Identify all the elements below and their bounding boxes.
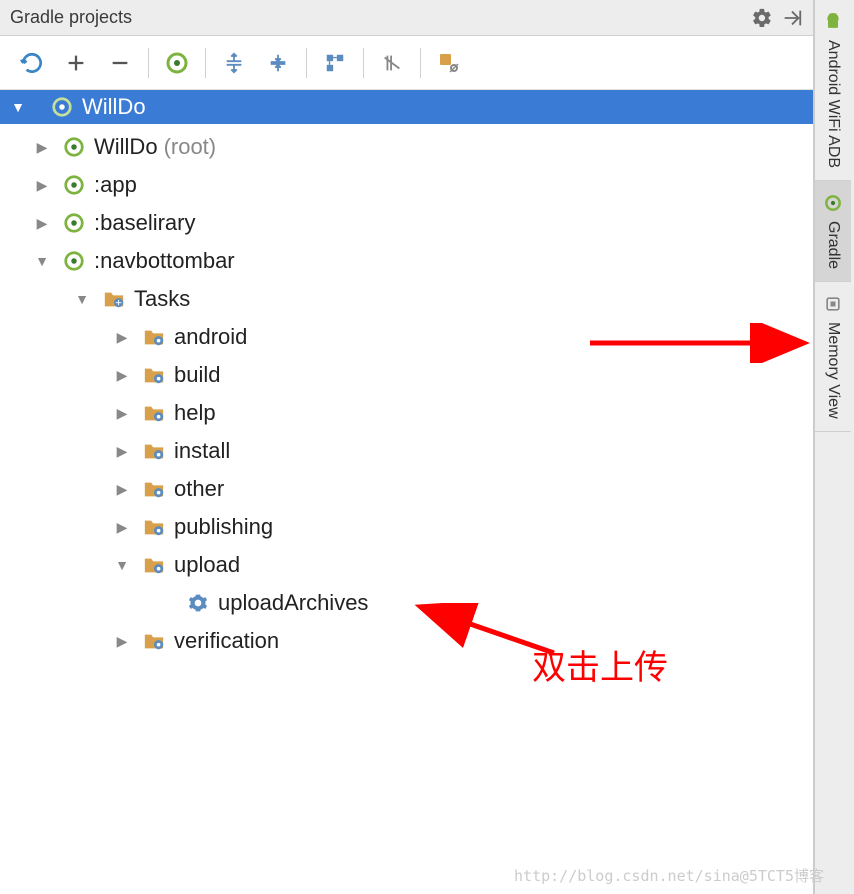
side-tabs: Android WiFi ADB Gradle Memory View [814, 0, 854, 894]
folder-gear-icon [142, 363, 166, 387]
chevron-right-icon[interactable] [112, 519, 132, 536]
gear-icon[interactable] [751, 7, 773, 29]
folder-gear-icon [142, 401, 166, 425]
gradle-icon [62, 249, 86, 273]
tree-task-group-android[interactable]: android [0, 318, 813, 356]
android-icon [823, 12, 843, 32]
show-dependencies-button[interactable] [313, 44, 357, 82]
side-tab-gradle[interactable]: Gradle [815, 181, 851, 282]
item-label: uploadArchives [218, 590, 368, 616]
tree-item-tasks[interactable]: Tasks [0, 280, 813, 318]
toolbar-separator [148, 48, 149, 78]
tree-task-group-build[interactable]: build [0, 356, 813, 394]
chevron-right-icon[interactable] [112, 633, 132, 650]
item-label: other [174, 476, 224, 502]
gradle-icon [62, 173, 86, 197]
item-label: upload [174, 552, 240, 578]
toolbar-separator [306, 48, 307, 78]
gear-task-icon [186, 591, 210, 615]
chevron-right-icon[interactable] [112, 481, 132, 498]
chevron-right-icon[interactable] [32, 139, 52, 156]
item-label: android [174, 324, 247, 350]
chevron-right-icon[interactable] [112, 367, 132, 384]
gradle-icon [62, 211, 86, 235]
expand-all-button[interactable] [212, 44, 256, 82]
tree-item-navbottombar[interactable]: :navbottombar [0, 242, 813, 280]
tree-task-uploadArchives[interactable]: uploadArchives [0, 584, 813, 622]
side-tab-label: Gradle [824, 221, 842, 269]
chevron-right-icon[interactable] [112, 405, 132, 422]
memory-icon [823, 294, 843, 314]
item-label: verification [174, 628, 279, 654]
remove-button[interactable] [98, 44, 142, 82]
gradle-settings-button[interactable] [427, 44, 471, 82]
item-suffix: (root) [164, 134, 217, 160]
chevron-down-icon[interactable] [32, 253, 52, 269]
tree: WillDo (root) :app :baselirary :navbotto… [0, 124, 813, 664]
item-label: help [174, 400, 216, 426]
gradle-icon [50, 95, 74, 119]
toolbar [0, 36, 813, 90]
tree-task-group-publishing[interactable]: publishing [0, 508, 813, 546]
tree-item-app[interactable]: :app [0, 166, 813, 204]
item-label: build [174, 362, 220, 388]
toolbar-separator [420, 48, 421, 78]
execute-task-button[interactable] [155, 44, 199, 82]
chevron-right-icon[interactable] [32, 215, 52, 232]
side-tab-label: Android WiFi ADB [824, 40, 842, 168]
gradle-icon [62, 135, 86, 159]
tree-item-baselirary[interactable]: :baselirary [0, 204, 813, 242]
item-label: :navbottombar [94, 248, 235, 274]
folder-gear-icon [142, 553, 166, 577]
add-button[interactable] [54, 44, 98, 82]
folder-gear-icon [142, 515, 166, 539]
folder-gear-icon [142, 629, 166, 653]
toolbar-separator [363, 48, 364, 78]
chevron-right-icon[interactable] [112, 329, 132, 346]
toolbar-separator [205, 48, 206, 78]
refresh-button[interactable] [10, 44, 54, 82]
tree-task-group-upload[interactable]: upload [0, 546, 813, 584]
hide-panel-icon[interactable] [781, 7, 803, 29]
root-label: WillDo [82, 94, 146, 120]
item-label: :baselirary [94, 210, 195, 236]
side-tab-label: Memory View [824, 322, 842, 419]
chevron-right-icon[interactable] [32, 177, 52, 194]
folder-gear-icon [142, 325, 166, 349]
gradle-icon [823, 193, 843, 213]
folder-icon [102, 287, 126, 311]
tree-task-group-help[interactable]: help [0, 394, 813, 432]
chevron-down-icon[interactable] [72, 291, 92, 307]
item-label: install [174, 438, 230, 464]
chevron-down-icon[interactable] [112, 557, 132, 573]
chevron-down-icon[interactable] [8, 99, 28, 115]
side-tab-wifi-adb[interactable]: Android WiFi ADB [815, 0, 851, 181]
folder-gear-icon [142, 477, 166, 501]
item-label: publishing [174, 514, 273, 540]
tree-root-selected[interactable]: WillDo [0, 90, 813, 124]
item-label: WillDo [94, 134, 158, 160]
tree-task-group-verification[interactable]: verification [0, 622, 813, 660]
panel-header: Gradle projects [0, 0, 813, 36]
panel-title: Gradle projects [10, 7, 743, 28]
tree-task-group-install[interactable]: install [0, 432, 813, 470]
chevron-right-icon[interactable] [112, 443, 132, 460]
item-label: :app [94, 172, 137, 198]
side-tab-memory[interactable]: Memory View [815, 282, 851, 432]
item-label: Tasks [134, 286, 190, 312]
folder-gear-icon [142, 439, 166, 463]
collapse-all-button[interactable] [256, 44, 300, 82]
offline-mode-button[interactable] [370, 44, 414, 82]
tree-item-root-module[interactable]: WillDo (root) [0, 128, 813, 166]
tree-task-group-other[interactable]: other [0, 470, 813, 508]
